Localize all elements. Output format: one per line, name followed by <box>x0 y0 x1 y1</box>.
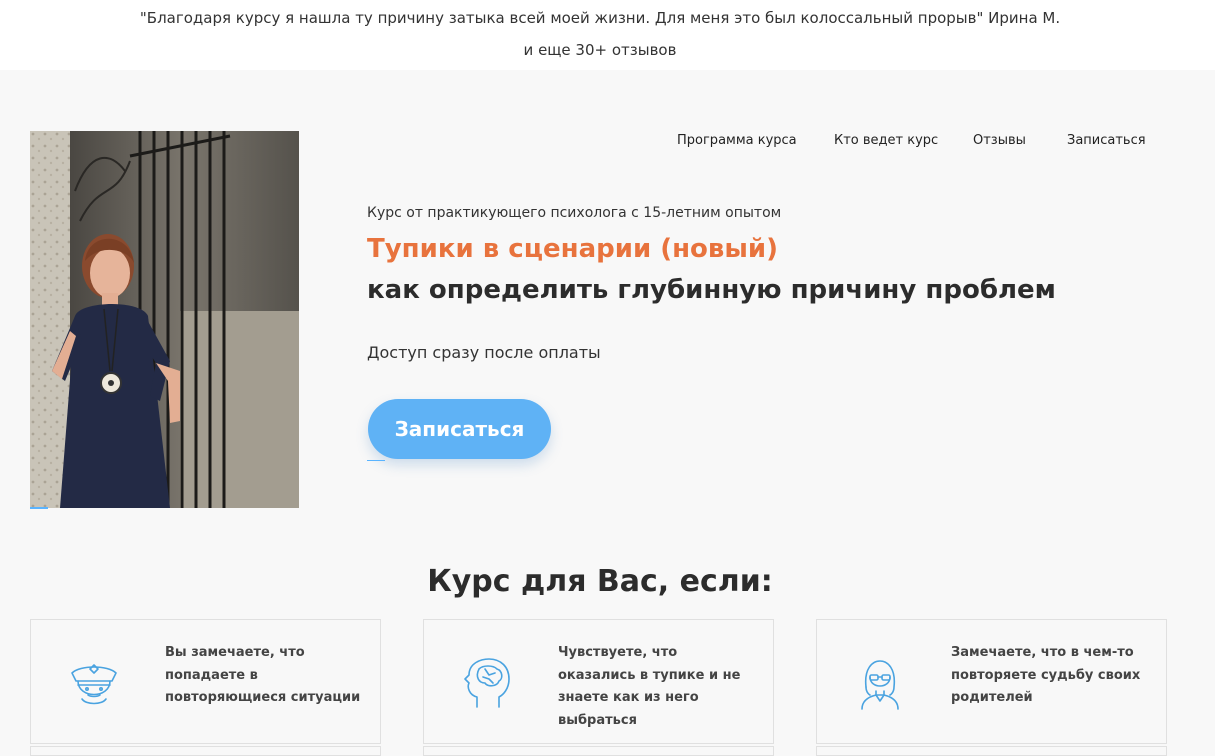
hero-access-note: Доступ сразу после оплаты <box>367 343 601 362</box>
audience-card-next <box>423 746 774 756</box>
hero-title-accent: Тупики в сценарии (новый) <box>367 234 778 264</box>
testimonial-count: и еще 30+ отзывов <box>523 41 677 59</box>
psychologist-photo <box>30 131 299 508</box>
hero-title-main: как определить глубинную причину проблем <box>367 275 1056 305</box>
testimonial-quote: "Благодаря курсу я нашла ту причину заты… <box>139 9 1061 27</box>
hero-photo <box>30 131 299 508</box>
audience-card-next <box>816 746 1167 756</box>
police-face-icon <box>71 664 117 705</box>
audience-card: Вы замечаете, что попадаете в повторяющи… <box>30 619 381 744</box>
brain-head-icon <box>464 658 510 708</box>
testimonial-bar: "Благодаря курсу я нашла ту причину заты… <box>0 0 1215 70</box>
nav-item-reviews[interactable]: Отзывы <box>973 132 1026 150</box>
card-text: Чувствуете, что оказались в тупике и не … <box>558 645 741 728</box>
audience-card-next <box>30 746 381 756</box>
top-nav: Программа курса Кто ведет курс Отзывы За… <box>0 132 1215 152</box>
audience-card: Замечаете, что в чем-то повторяете судьб… <box>816 619 1167 744</box>
section-title: Курс для Вас, если: <box>427 564 773 599</box>
woman-glasses-icon <box>861 660 899 710</box>
card-text: Вы замечаете, что попадаете в повторяющи… <box>165 645 361 705</box>
signup-button[interactable]: Записаться <box>368 399 551 459</box>
nav-item-signup[interactable]: Записаться <box>1067 132 1146 150</box>
photo-accent-line <box>30 507 48 509</box>
audience-card: Чувствуете, что оказались в тупике и не … <box>423 619 774 744</box>
cta-accent-line <box>367 460 385 461</box>
nav-item-instructor[interactable]: Кто ведет курс <box>834 132 938 150</box>
nav-item-program[interactable]: Программа курса <box>677 132 797 150</box>
hero-subtitle: Курс от практикующего психолога с 15-лет… <box>367 205 782 221</box>
card-text: Замечаете, что в чем-то повторяете судьб… <box>951 645 1141 705</box>
